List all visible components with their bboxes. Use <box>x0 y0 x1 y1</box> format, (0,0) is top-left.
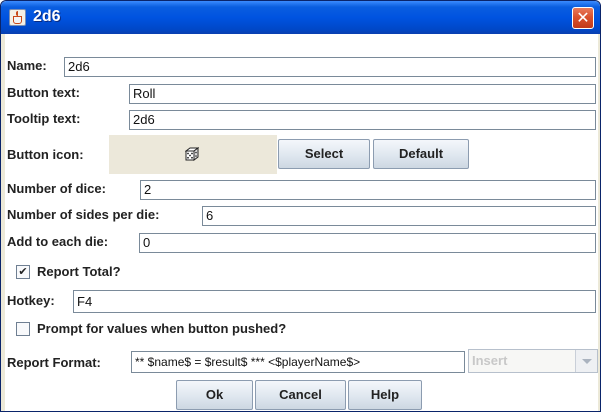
dice-icon <box>185 147 199 161</box>
insert-combobox[interactable]: Insert <box>468 349 598 373</box>
help-button[interactable]: Help <box>348 380 422 410</box>
button-icon-label: Button icon: <box>7 147 84 162</box>
name-label: Name: <box>7 58 47 73</box>
button-icon-preview <box>109 135 277 174</box>
default-icon-button[interactable]: Default <box>373 139 469 169</box>
ok-button[interactable]: Ok <box>176 380 253 410</box>
button-text-label: Button text: <box>7 85 80 100</box>
tooltip-text-label: Tooltip text: <box>7 111 81 126</box>
hotkey-label: Hotkey: <box>7 293 55 308</box>
tooltip-text-field[interactable]: 2d6 <box>129 110 596 130</box>
prompt-values-label: Prompt for values when button pushed? <box>37 321 287 336</box>
report-format-label: Report Format: <box>7 355 101 370</box>
report-total-label: Report Total? <box>37 264 121 279</box>
name-field[interactable]: 2d6 <box>64 57 596 77</box>
java-cup-icon <box>9 9 26 26</box>
insert-combobox-value: Insert <box>472 353 508 368</box>
report-total-checkbox[interactable]: ✔ <box>16 265 30 279</box>
sides-per-die-label: Number of sides per die: <box>7 207 160 222</box>
number-of-dice-field[interactable]: 2 <box>140 180 596 200</box>
dialog-window: 2d6 ✕ Name: 2d6 Button text: Roll Toolti… <box>0 0 601 412</box>
hotkey-field[interactable]: F4 <box>73 290 596 313</box>
chevron-down-icon[interactable] <box>575 350 597 372</box>
title-bar[interactable]: 2d6 ✕ <box>1 1 600 34</box>
add-to-each-die-label: Add to each die: <box>7 234 109 249</box>
cancel-button[interactable]: Cancel <box>255 380 346 410</box>
prompt-values-checkbox[interactable] <box>16 322 30 336</box>
add-to-each-die-field[interactable]: 0 <box>139 233 596 253</box>
number-of-dice-label: Number of dice: <box>7 181 106 196</box>
report-format-field[interactable]: ** $name$ = $result$ *** <$playerName$> <box>131 351 465 373</box>
close-button[interactable]: ✕ <box>572 7 594 29</box>
button-text-field[interactable]: Roll <box>129 84 596 104</box>
sides-per-die-field[interactable]: 6 <box>202 206 596 226</box>
select-icon-button[interactable]: Select <box>278 139 370 169</box>
form-panel: Name: 2d6 Button text: Roll Tooltip text… <box>5 34 598 411</box>
window-title: 2d6 <box>33 8 61 25</box>
